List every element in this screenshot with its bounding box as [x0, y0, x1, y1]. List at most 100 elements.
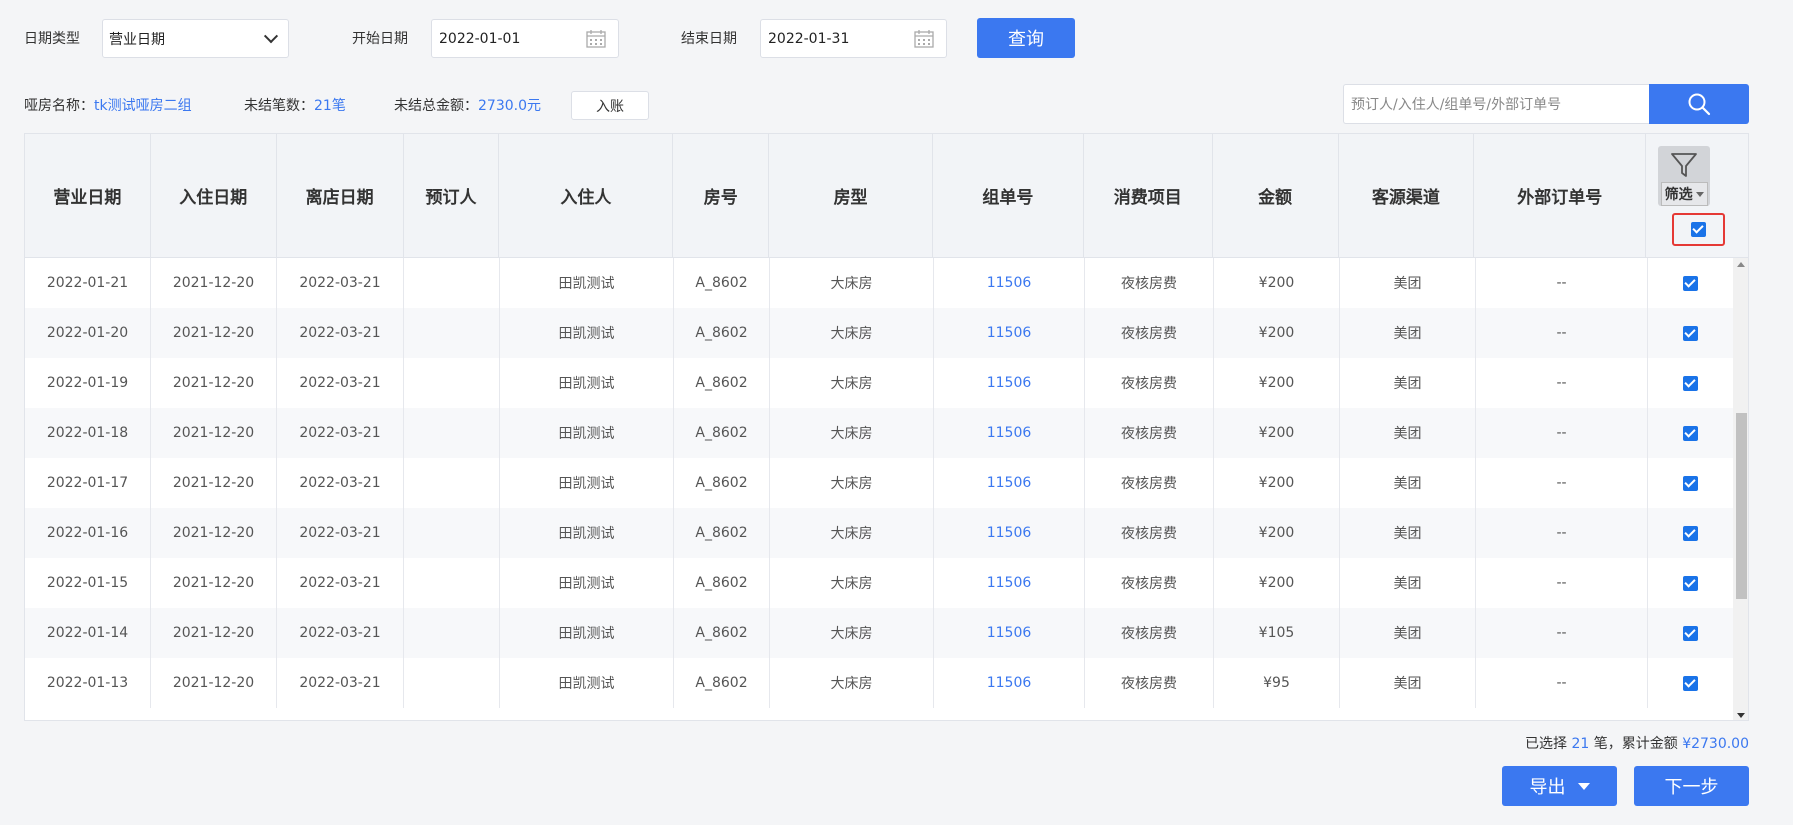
table-row[interactable]: 2022-01-21 2021-12-20 2022-03-21 田凯测试 A_8602…: [25, 258, 1748, 308]
unsettled-total-value: 2730.0元: [478, 98, 541, 114]
cell-room-number: A_8602: [674, 508, 770, 558]
table-row[interactable]: 2022-01-19 2021-12-20 2022-03-21 田凯测试 A_8602…: [25, 358, 1748, 408]
query-button[interactable]: 查询: [977, 18, 1075, 58]
cell-consumption-item: 夜核房费: [1085, 258, 1214, 308]
date-type-label: 日期类型: [24, 31, 80, 47]
row-checkbox[interactable]: [1683, 275, 1698, 291]
search-input[interactable]: 预订人/入住人/组单号/外部订单号: [1343, 84, 1649, 124]
export-label: 导出: [1529, 777, 1566, 797]
end-date-input[interactable]: 2022-01-31: [760, 19, 947, 58]
table-row[interactable]: 2022-01-15 2021-12-20 2022-03-21 田凯测试 A_8602…: [25, 558, 1748, 608]
table-header: 营业日期 入住日期 离店日期 预订人 入住人 房号 房型 组单号 消费项目 金额…: [25, 134, 1748, 258]
table-row[interactable]: 2022-01-20 2021-12-20 2022-03-21 田凯测试 A_8602…: [25, 308, 1748, 358]
table-row[interactable]: 2022-01-14 2021-12-20 2022-03-21 田凯测试 A_8602…: [25, 608, 1748, 658]
cell-select: [1648, 608, 1733, 658]
row-checkbox[interactable]: [1683, 625, 1698, 641]
scroll-up-icon[interactable]: [1737, 262, 1745, 267]
cell-consumption-item: 夜核房费: [1085, 408, 1214, 458]
cell-group-number[interactable]: 11506: [934, 258, 1085, 308]
header-external-order: 外部订单号: [1474, 134, 1647, 257]
selection-summary: 已选择 21 笔，累计金额 ¥2730.00: [1525, 733, 1749, 753]
caret-down-icon: [1577, 782, 1590, 790]
cell-group-number[interactable]: 11506: [934, 308, 1085, 358]
cell-external-order: --: [1476, 308, 1648, 358]
scroll-down-icon[interactable]: [1737, 713, 1745, 718]
cell-consumption-item: 夜核房费: [1085, 308, 1214, 358]
cell-business-date: 2022-01-17: [25, 458, 151, 508]
row-checkbox[interactable]: [1683, 375, 1698, 391]
cell-select: [1648, 258, 1733, 308]
start-date-input[interactable]: 2022-01-01: [431, 19, 619, 58]
table-body: 2022-01-21 2021-12-20 2022-03-21 田凯测试 A_8602…: [25, 258, 1748, 708]
post-button[interactable]: 入账: [571, 91, 649, 120]
table-row[interactable]: 2022-01-13 2021-12-20 2022-03-21 田凯测试 A_8602…: [25, 658, 1748, 708]
cell-guest: 田凯测试: [500, 508, 674, 558]
cell-group-number[interactable]: 11506: [934, 558, 1085, 608]
row-checkbox[interactable]: [1683, 525, 1698, 541]
start-date-value: 2022-01-01: [439, 30, 521, 47]
cell-room-number: A_8602: [674, 258, 770, 308]
unsettled-count-info: 未结笔数： 21笔: [244, 95, 346, 115]
start-date-label: 开始日期: [352, 31, 408, 47]
search-button[interactable]: [1649, 84, 1749, 124]
header-checkin-date: 入住日期: [151, 134, 277, 257]
cell-group-number[interactable]: 11506: [934, 408, 1085, 458]
row-checkbox[interactable]: [1683, 425, 1698, 441]
search-icon: [1688, 93, 1711, 116]
cell-business-date: 2022-01-14: [25, 608, 151, 658]
search-placeholder: 预订人/入住人/组单号/外部订单号: [1351, 97, 1562, 113]
cell-external-order: --: [1476, 358, 1648, 408]
filter-text: 筛选: [1664, 187, 1693, 203]
export-button[interactable]: 导出: [1502, 766, 1617, 806]
cell-amount: ¥105: [1214, 608, 1340, 658]
vertical-scrollbar[interactable]: [1733, 258, 1748, 720]
cell-business-date: 2022-01-19: [25, 358, 151, 408]
unsettled-total-label: 未结总金额：: [394, 98, 478, 114]
cell-checkin-date: 2021-12-20: [151, 458, 277, 508]
cell-guest: 田凯测试: [500, 358, 674, 408]
cell-select: [1648, 458, 1733, 508]
cell-external-order: --: [1476, 658, 1648, 708]
cell-room-type: 大床房: [770, 608, 934, 658]
cell-group-number[interactable]: 11506: [934, 458, 1085, 508]
cell-room-type: 大床房: [770, 558, 934, 608]
cell-room-number: A_8602: [674, 458, 770, 508]
row-checkbox[interactable]: [1683, 475, 1698, 491]
row-checkbox[interactable]: [1683, 675, 1698, 691]
cell-group-number[interactable]: 11506: [934, 358, 1085, 408]
summary-amount: ¥2730.00: [1682, 736, 1749, 752]
cell-room-number: A_8602: [674, 308, 770, 358]
select-all-highlight: [1672, 213, 1725, 246]
cell-group-number[interactable]: 11506: [934, 658, 1085, 708]
date-type-select[interactable]: 营业日期: [102, 19, 289, 58]
room-name-label: 哑房名称：: [24, 98, 94, 114]
cell-room-type: 大床房: [770, 458, 934, 508]
next-step-button[interactable]: 下一步: [1634, 766, 1749, 806]
cell-group-number[interactable]: 11506: [934, 508, 1085, 558]
cell-channel: 美团: [1340, 608, 1476, 658]
header-room-type: 房型: [769, 134, 933, 257]
row-checkbox[interactable]: [1683, 575, 1698, 591]
header-guest: 入住人: [499, 134, 674, 257]
cell-business-date: 2022-01-21: [25, 258, 151, 308]
cell-checkin-date: 2021-12-20: [151, 308, 277, 358]
cell-booker: [404, 358, 500, 408]
summary-count: 21: [1571, 736, 1590, 752]
orders-table: 营业日期 入住日期 离店日期 预订人 入住人 房号 房型 组单号 消费项目 金额…: [24, 133, 1749, 721]
row-checkbox[interactable]: [1683, 325, 1698, 341]
select-all-checkbox[interactable]: [1691, 222, 1706, 237]
filter-button[interactable]: 筛选: [1658, 146, 1711, 206]
cell-booker: [404, 658, 500, 708]
scroll-thumb[interactable]: [1736, 413, 1747, 599]
header-booker: 预订人: [404, 134, 500, 257]
cell-business-date: 2022-01-18: [25, 408, 151, 458]
table-row[interactable]: 2022-01-17 2021-12-20 2022-03-21 田凯测试 A_8602…: [25, 458, 1748, 508]
cell-group-number[interactable]: 11506: [934, 608, 1085, 658]
cell-guest: 田凯测试: [500, 258, 674, 308]
table-row[interactable]: 2022-01-16 2021-12-20 2022-03-21 田凯测试 A_8602…: [25, 508, 1748, 558]
table-row[interactable]: 2022-01-18 2021-12-20 2022-03-21 田凯测试 A_8602…: [25, 408, 1748, 458]
cell-external-order: --: [1476, 258, 1648, 308]
cell-amount: ¥95: [1214, 658, 1340, 708]
calendar-icon: [914, 29, 934, 48]
cell-amount: ¥200: [1214, 458, 1340, 508]
